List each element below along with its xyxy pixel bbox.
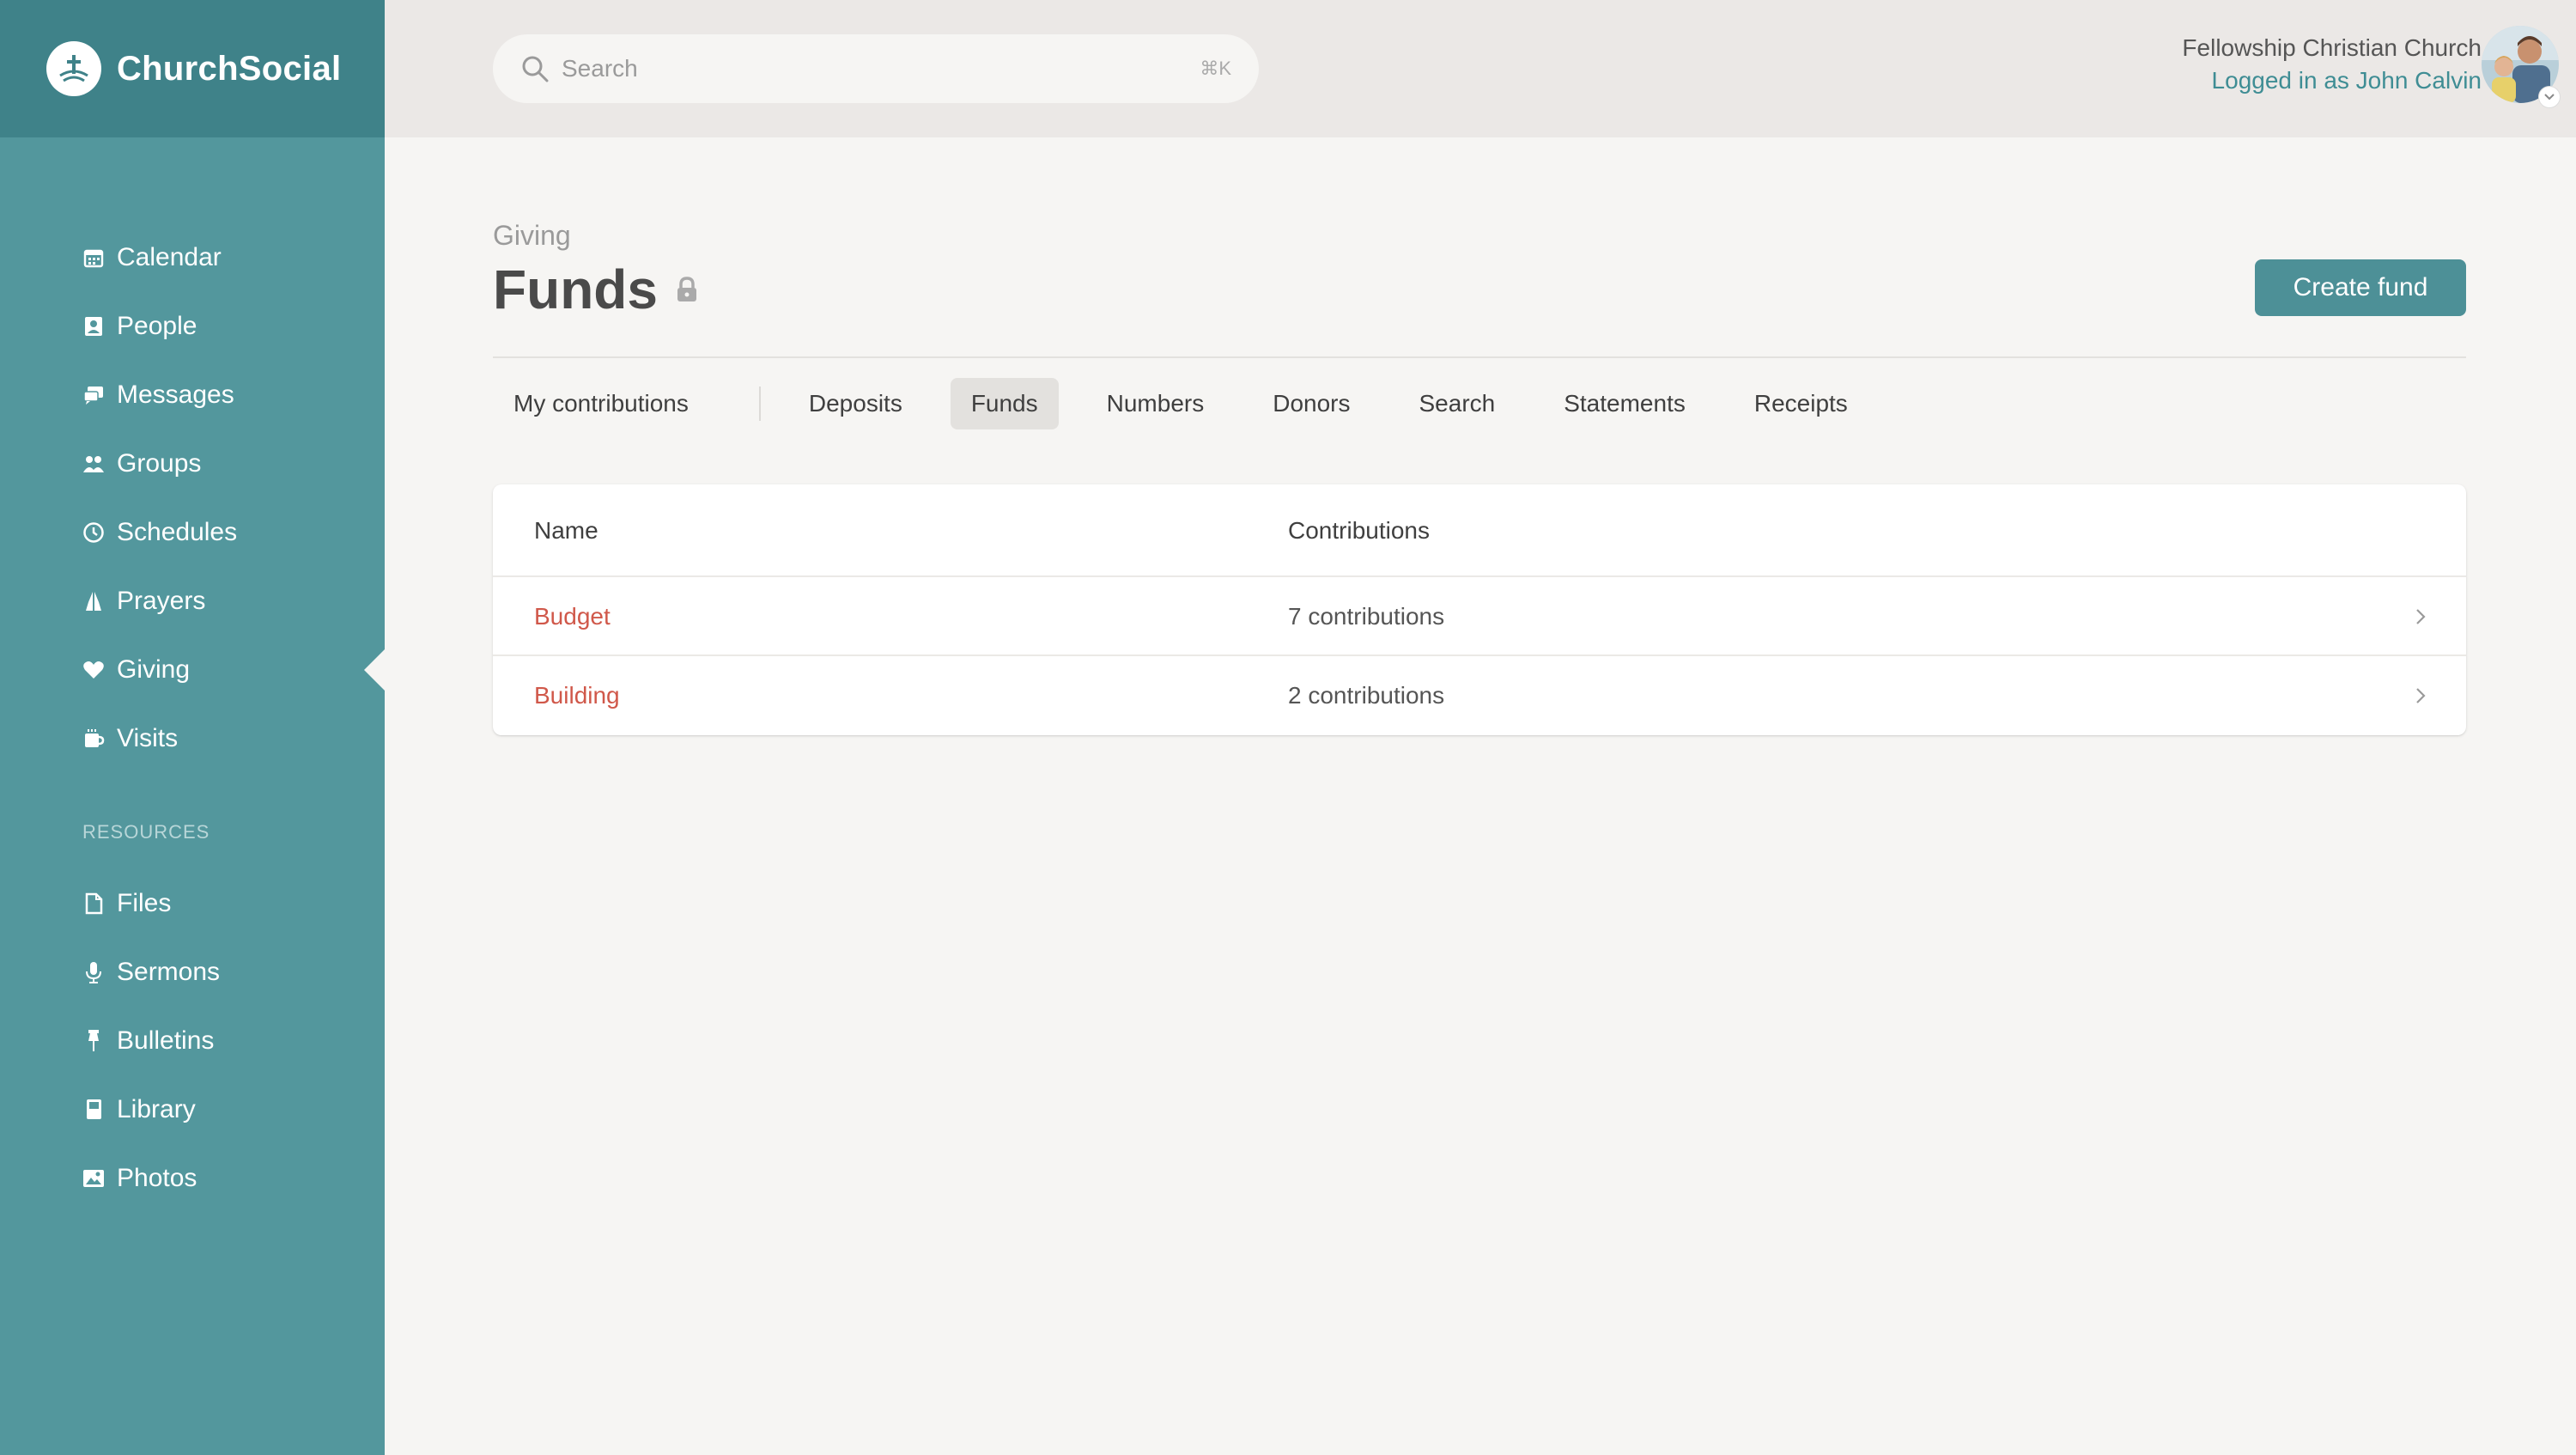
sidebar-item-label: Schedules <box>117 518 238 546</box>
funds-table: Name Contributions Budget 7 contribution… <box>493 484 2466 735</box>
sidebar-item-label: Sermons <box>117 958 221 986</box>
church-logo-icon <box>46 41 101 96</box>
mug-icon <box>82 727 105 751</box>
microphone-icon <box>82 960 105 984</box>
create-fund-button[interactable]: Create fund <box>2255 259 2466 316</box>
sidebar-item-label: Calendar <box>117 243 222 271</box>
topbar: ⌘K Fellowship Christian Church Logged in… <box>385 0 2576 137</box>
resources-nav: Files Sermons Bulletins Library Photos <box>0 869 385 1213</box>
pin-icon <box>82 1029 105 1053</box>
brand[interactable]: ChurchSocial <box>0 0 385 137</box>
tab-donors[interactable]: Donors <box>1252 378 1370 429</box>
tab-my-contributions[interactable]: My contributions <box>493 378 709 429</box>
sidebar-item-photos[interactable]: Photos <box>0 1144 385 1213</box>
fund-contribution-count: 2 contributions <box>1288 682 1445 709</box>
org-info: Fellowship Christian Church Logged in as… <box>2182 34 2482 94</box>
search-bar[interactable]: ⌘K <box>493 34 1259 103</box>
chat-icon <box>82 383 105 407</box>
sidebar-item-label: Library <box>117 1095 196 1123</box>
group-icon <box>82 452 105 476</box>
table-header: Name Contributions <box>493 484 2466 577</box>
org-name: Fellowship Christian Church <box>2182 34 2482 61</box>
main-nav: Calendar People Messages Groups Schedule… <box>0 223 385 773</box>
resources-heading: RESOURCES <box>82 821 210 843</box>
brand-name: ChurchSocial <box>117 49 342 88</box>
sidebar-item-label: Files <box>117 889 172 917</box>
breadcrumb[interactable]: Giving <box>493 220 571 252</box>
sidebar-item-label: Bulletins <box>117 1026 215 1055</box>
title-row: Funds <box>493 258 699 321</box>
tab-receipts[interactable]: Receipts <box>1734 378 1868 429</box>
sidebar-item-bulletins[interactable]: Bulletins <box>0 1007 385 1075</box>
sidebar-item-calendar[interactable]: Calendar <box>0 223 385 292</box>
column-header-name: Name <box>534 517 598 544</box>
tab-separator <box>758 387 761 421</box>
sidebar-item-sermons[interactable]: Sermons <box>0 938 385 1007</box>
sidebar-item-label: Groups <box>117 449 202 478</box>
fund-name-link[interactable]: Building <box>534 656 620 735</box>
sidebar-item-label: Giving <box>117 655 191 684</box>
page-title: Funds <box>493 259 658 320</box>
tab-statements[interactable]: Statements <box>1543 378 1706 429</box>
book-icon <box>82 1098 105 1122</box>
image-icon <box>82 1166 105 1190</box>
sidebar-item-label: Visits <box>117 724 179 752</box>
chevron-right-icon[interactable] <box>2415 656 2432 735</box>
tab-funds[interactable]: Funds <box>950 378 1059 429</box>
search-icon <box>522 56 549 82</box>
header-divider <box>493 356 2466 358</box>
sidebar-item-label: Messages <box>117 380 234 409</box>
file-icon <box>82 892 105 916</box>
sidebar-item-messages[interactable]: Messages <box>0 361 385 429</box>
search-input[interactable] <box>562 55 1200 82</box>
table-row[interactable]: Building 2 contributions <box>493 656 2466 735</box>
table-row[interactable]: Budget 7 contributions <box>493 577 2466 656</box>
sidebar-item-library[interactable]: Library <box>0 1075 385 1144</box>
logged-in-user[interactable]: Logged in as John Calvin <box>2182 67 2482 94</box>
app-root: ChurchSocial Calendar People Messages Gr… <box>0 0 2576 1455</box>
sidebar-item-prayers[interactable]: Prayers <box>0 567 385 636</box>
calendar-icon <box>82 246 105 270</box>
lock-icon <box>677 277 696 301</box>
search-shortcut-hint: ⌘K <box>1200 58 1231 79</box>
tab-deposits[interactable]: Deposits <box>788 378 923 429</box>
chevron-right-icon[interactable] <box>2415 577 2432 656</box>
giving-tabs: My contributions Deposits Funds Numbers … <box>493 378 1896 429</box>
sidebar-item-label: People <box>117 312 197 340</box>
praying-hands-icon <box>82 589 105 613</box>
sidebar-item-giving[interactable]: Giving <box>0 636 385 704</box>
sidebar-item-files[interactable]: Files <box>0 869 385 938</box>
clock-icon <box>82 521 105 545</box>
fund-name-link[interactable]: Budget <box>534 577 611 656</box>
sidebar-item-schedules[interactable]: Schedules <box>0 498 385 567</box>
sidebar-item-groups[interactable]: Groups <box>0 429 385 498</box>
tab-numbers[interactable]: Numbers <box>1086 378 1225 429</box>
sidebar-item-people[interactable]: People <box>0 292 385 361</box>
sidebar-item-label: Photos <box>117 1164 197 1192</box>
tab-search[interactable]: Search <box>1399 378 1516 429</box>
person-card-icon <box>82 314 105 338</box>
fund-contribution-count: 7 contributions <box>1288 603 1445 630</box>
sidebar-item-label: Prayers <box>117 587 206 615</box>
heart-icon <box>82 658 105 682</box>
sidebar-item-visits[interactable]: Visits <box>0 704 385 773</box>
chevron-down-icon[interactable] <box>2538 86 2561 108</box>
sidebar: ChurchSocial Calendar People Messages Gr… <box>0 0 385 1455</box>
column-header-contributions: Contributions <box>1288 517 1430 544</box>
